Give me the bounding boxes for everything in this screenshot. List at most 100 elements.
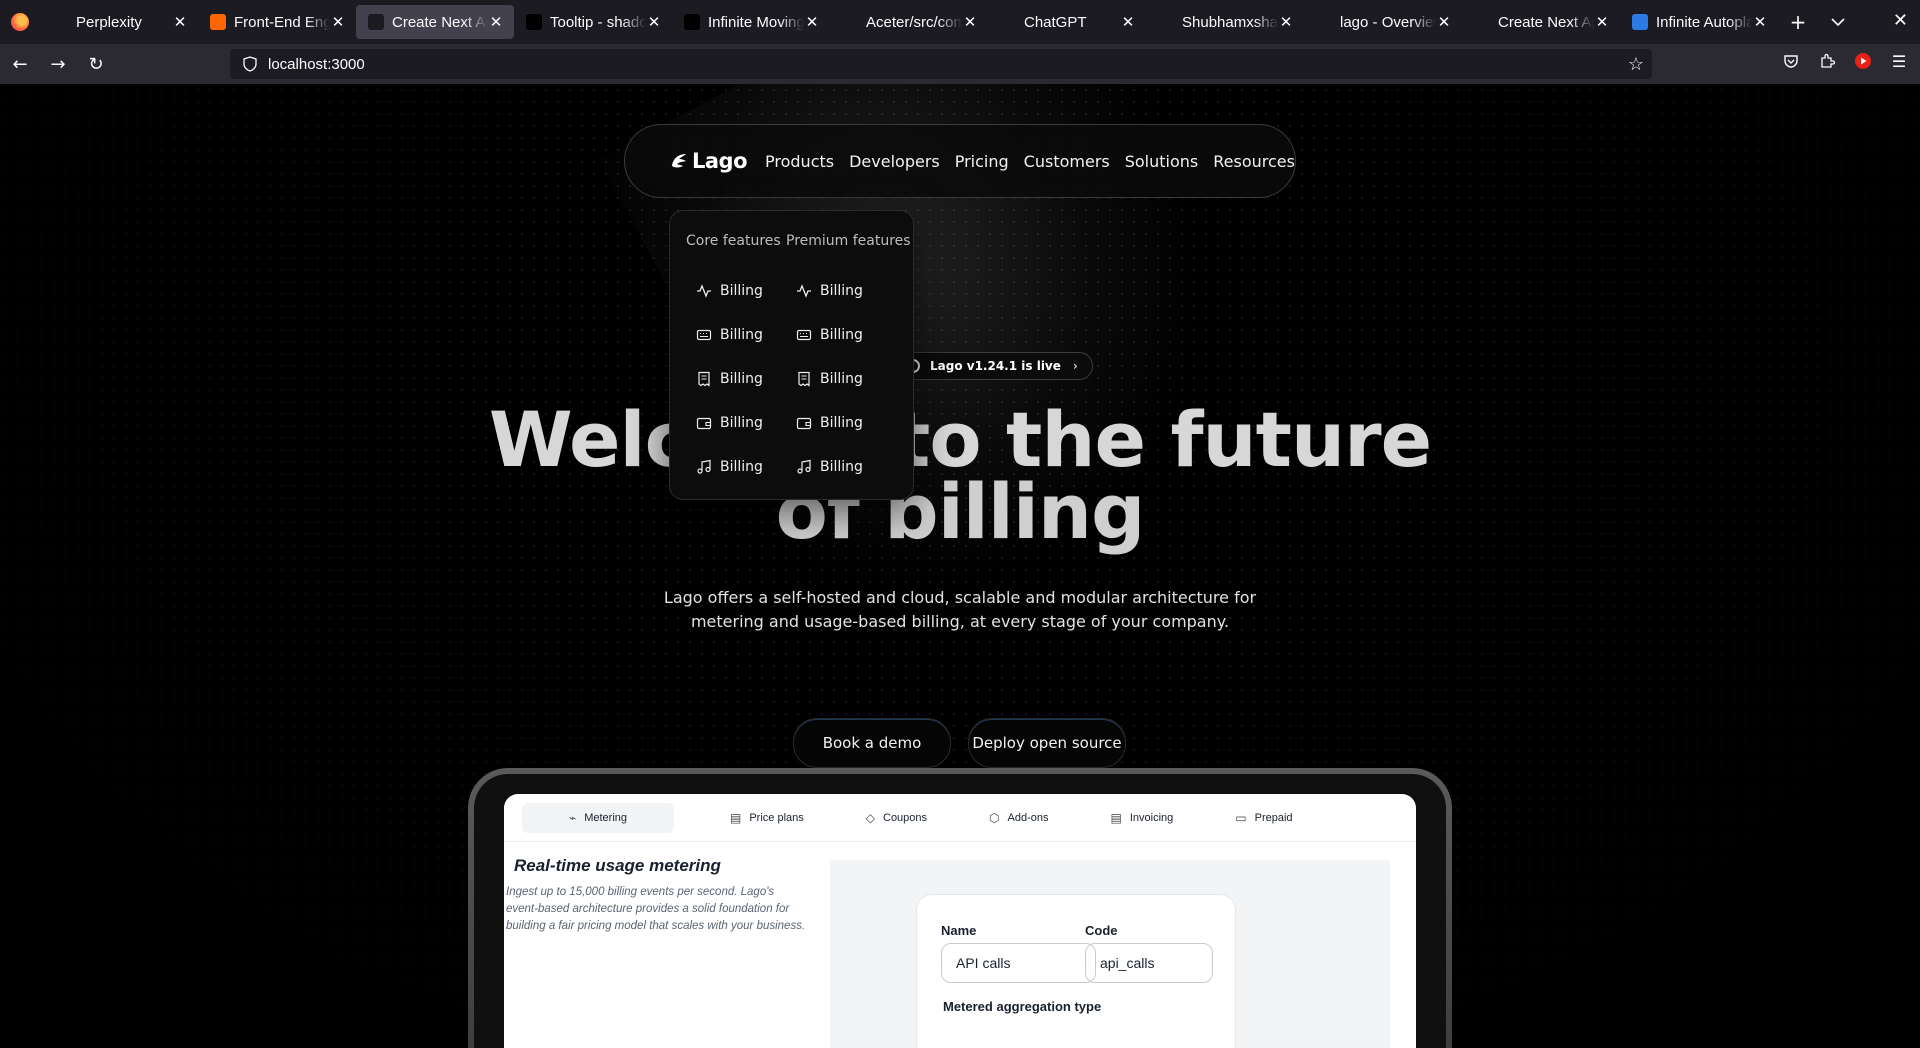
deploy-open-source-button[interactable]: Deploy open source [968, 718, 1126, 768]
metering-icon: ⌁ [568, 810, 577, 825]
premium-feature-item-label: Billing [820, 415, 863, 431]
tab-close-icon[interactable]: ✕ [1752, 13, 1768, 31]
pocket-icon[interactable] [1782, 52, 1800, 70]
core-feature-item-label: Billing [720, 415, 763, 431]
tab-title: Front-End Eng [234, 13, 330, 31]
nav-customers[interactable]: Customers [1024, 152, 1110, 171]
url-text[interactable]: localhost:3000 [268, 56, 365, 73]
browser-tab[interactable]: lago - Overview ✕ [1304, 5, 1462, 39]
badge-text: Lago v1.24.1 is live [930, 359, 1061, 373]
tab-title: Create Next Ap [392, 13, 488, 31]
preview-tab-label: Prepaid [1254, 811, 1293, 824]
tab-close-icon[interactable]: ✕ [962, 13, 978, 31]
browser-tab[interactable]: Create Next Ap ✕ [356, 5, 514, 39]
youtube-extension-icon[interactable] [1854, 52, 1872, 70]
browser-tab[interactable]: Tooltip - shadc ✕ [514, 5, 672, 39]
core-features-heading: Core features [686, 233, 781, 249]
activity-icon [796, 283, 820, 299]
vercel-icon [368, 14, 384, 30]
core-feature-item[interactable]: Billing [686, 357, 781, 401]
core-feature-item[interactable]: Billing [686, 269, 781, 313]
preview-tab-invoicing[interactable]: ▤ Invoicing [1095, 803, 1190, 833]
premium-features-heading: Premium features [786, 233, 911, 249]
core-feature-item[interactable]: Billing [686, 313, 781, 357]
preview-tab-label: Invoicing [1129, 811, 1174, 824]
tab-close-icon[interactable]: ✕ [1436, 13, 1452, 31]
laptop-bezel: ⌁ Metering ▤ Price plans ◇ Coupons ⬡ Add-ons ▤ In… [474, 774, 1446, 1048]
release-badge[interactable]: Lago v1.24.1 is live › [897, 352, 1093, 380]
book-demo-button[interactable]: Book a demo [793, 718, 951, 768]
hamburger-menu-icon[interactable]: ☰ [1890, 52, 1908, 71]
browser-tab[interactable]: Aceter/src/com ✕ [830, 5, 988, 39]
tab-title: lago - Overview [1340, 13, 1436, 31]
firefox-menu-icon[interactable] [0, 0, 40, 44]
preview-tab-add-ons[interactable]: ⬡ Add-ons [973, 803, 1064, 833]
tab-close-icon[interactable]: ✕ [804, 13, 820, 31]
core-feature-item-label: Billing [720, 327, 763, 343]
preview-tab-label: Price plans [749, 811, 804, 824]
nav-solutions[interactable]: Solutions [1125, 152, 1199, 171]
preview-tab-label: Metering [584, 811, 628, 824]
tab-close-icon[interactable]: ✕ [1594, 13, 1610, 31]
vercel-icon [1474, 14, 1490, 30]
premium-feature-item[interactable]: Billing [786, 401, 911, 445]
preview-tab-coupons[interactable]: ◇ Coupons [850, 803, 943, 833]
tab-close-icon[interactable]: ✕ [488, 13, 504, 31]
browser-tab[interactable]: Create Next Ap ✕ [1462, 5, 1620, 39]
receipt-icon [796, 371, 820, 387]
browser-tab[interactable]: Perplexity ✕ [40, 5, 198, 39]
browser-tab[interactable]: Front-End Eng ✕ [198, 5, 356, 39]
toolbar-right-icons: ☰ [1782, 52, 1908, 71]
nav-resources[interactable]: Resources [1213, 152, 1295, 171]
browser-tab[interactable]: Infinite Moving ✕ [672, 5, 830, 39]
premium-feature-item[interactable]: Billing [786, 269, 911, 313]
premium-feature-item[interactable]: Billing [786, 357, 911, 401]
tab-close-icon[interactable]: ✕ [172, 13, 188, 31]
hero-subtitle: Lago offers a self-hosted and cloud, sca… [663, 588, 1257, 631]
hero-line-2: of billing [775, 467, 1146, 556]
ycombinator-icon [210, 14, 226, 30]
premium-feature-item[interactable]: Billing [786, 313, 911, 357]
tab-title: Perplexity [76, 13, 142, 31]
chevron-right-icon: › [1072, 359, 1078, 373]
code-field[interactable]: api_calls [1085, 943, 1213, 983]
tab-close-icon[interactable]: ✕ [646, 13, 662, 31]
product-preview-screen: ⌁ Metering ▤ Price plans ◇ Coupons ⬡ Add-ons ▤ In… [504, 794, 1416, 1048]
site-navbar: Lago Products Developers Pricing Custome… [624, 124, 1296, 198]
shield-icon[interactable] [242, 56, 258, 72]
hero-line-1: Welcome to the future [488, 395, 1432, 484]
extensions-icon[interactable] [1818, 52, 1836, 70]
core-features-column: Core features Billing Billing Billing Billi… [686, 233, 781, 489]
tab-close-icon[interactable]: ✕ [1120, 13, 1136, 31]
premium-feature-item-label: Billing [820, 459, 863, 475]
name-field[interactable]: API calls [941, 943, 1096, 983]
addon-icon: ⬡ [989, 810, 1000, 825]
new-tab-button[interactable]: + [1778, 5, 1818, 39]
core-feature-item[interactable]: Billing [686, 401, 781, 445]
url-bar[interactable]: localhost:3000 ☆ [230, 49, 1652, 149]
feature-description: Ingest up to 15,000 billing events per s… [506, 886, 806, 932]
forward-arrow-icon[interactable]: → [40, 48, 76, 80]
nav-pricing[interactable]: Pricing [955, 152, 1009, 171]
premium-feature-item[interactable]: Billing [786, 445, 911, 489]
nav-developers[interactable]: Developers [849, 152, 940, 171]
receipt-icon [696, 371, 720, 387]
tab-list-chevron-icon[interactable] [1818, 5, 1858, 39]
tab-title: Aceter/src/com [866, 13, 962, 31]
bookmark-star-icon[interactable]: ☆ [1628, 54, 1644, 75]
preview-tab-metering[interactable]: ⌁ Metering [522, 802, 674, 833]
preview-tab-price-plans[interactable]: ▤ Price plans [714, 803, 820, 833]
core-feature-item[interactable]: Billing [686, 445, 781, 489]
browser-tab[interactable]: ChatGPT ✕ [988, 5, 1146, 39]
nav-products[interactable]: Products [765, 152, 834, 171]
tab-title: ChatGPT [1024, 13, 1087, 31]
back-arrow-icon[interactable]: ← [2, 48, 38, 80]
tab-close-icon[interactable]: ✕ [330, 13, 346, 31]
reload-icon[interactable]: ↻ [78, 48, 114, 80]
preview-tab-prepaid[interactable]: ▭ Prepaid [1219, 803, 1308, 833]
window-close-icon[interactable]: ✕ [1893, 10, 1908, 31]
lago-logo[interactable]: Lago [669, 149, 748, 173]
browser-tab[interactable]: Infinite Autopla ✕ [1620, 5, 1778, 39]
tab-close-icon[interactable]: ✕ [1278, 13, 1294, 31]
browser-tab[interactable]: Shubhamxshah ✕ [1146, 5, 1304, 39]
